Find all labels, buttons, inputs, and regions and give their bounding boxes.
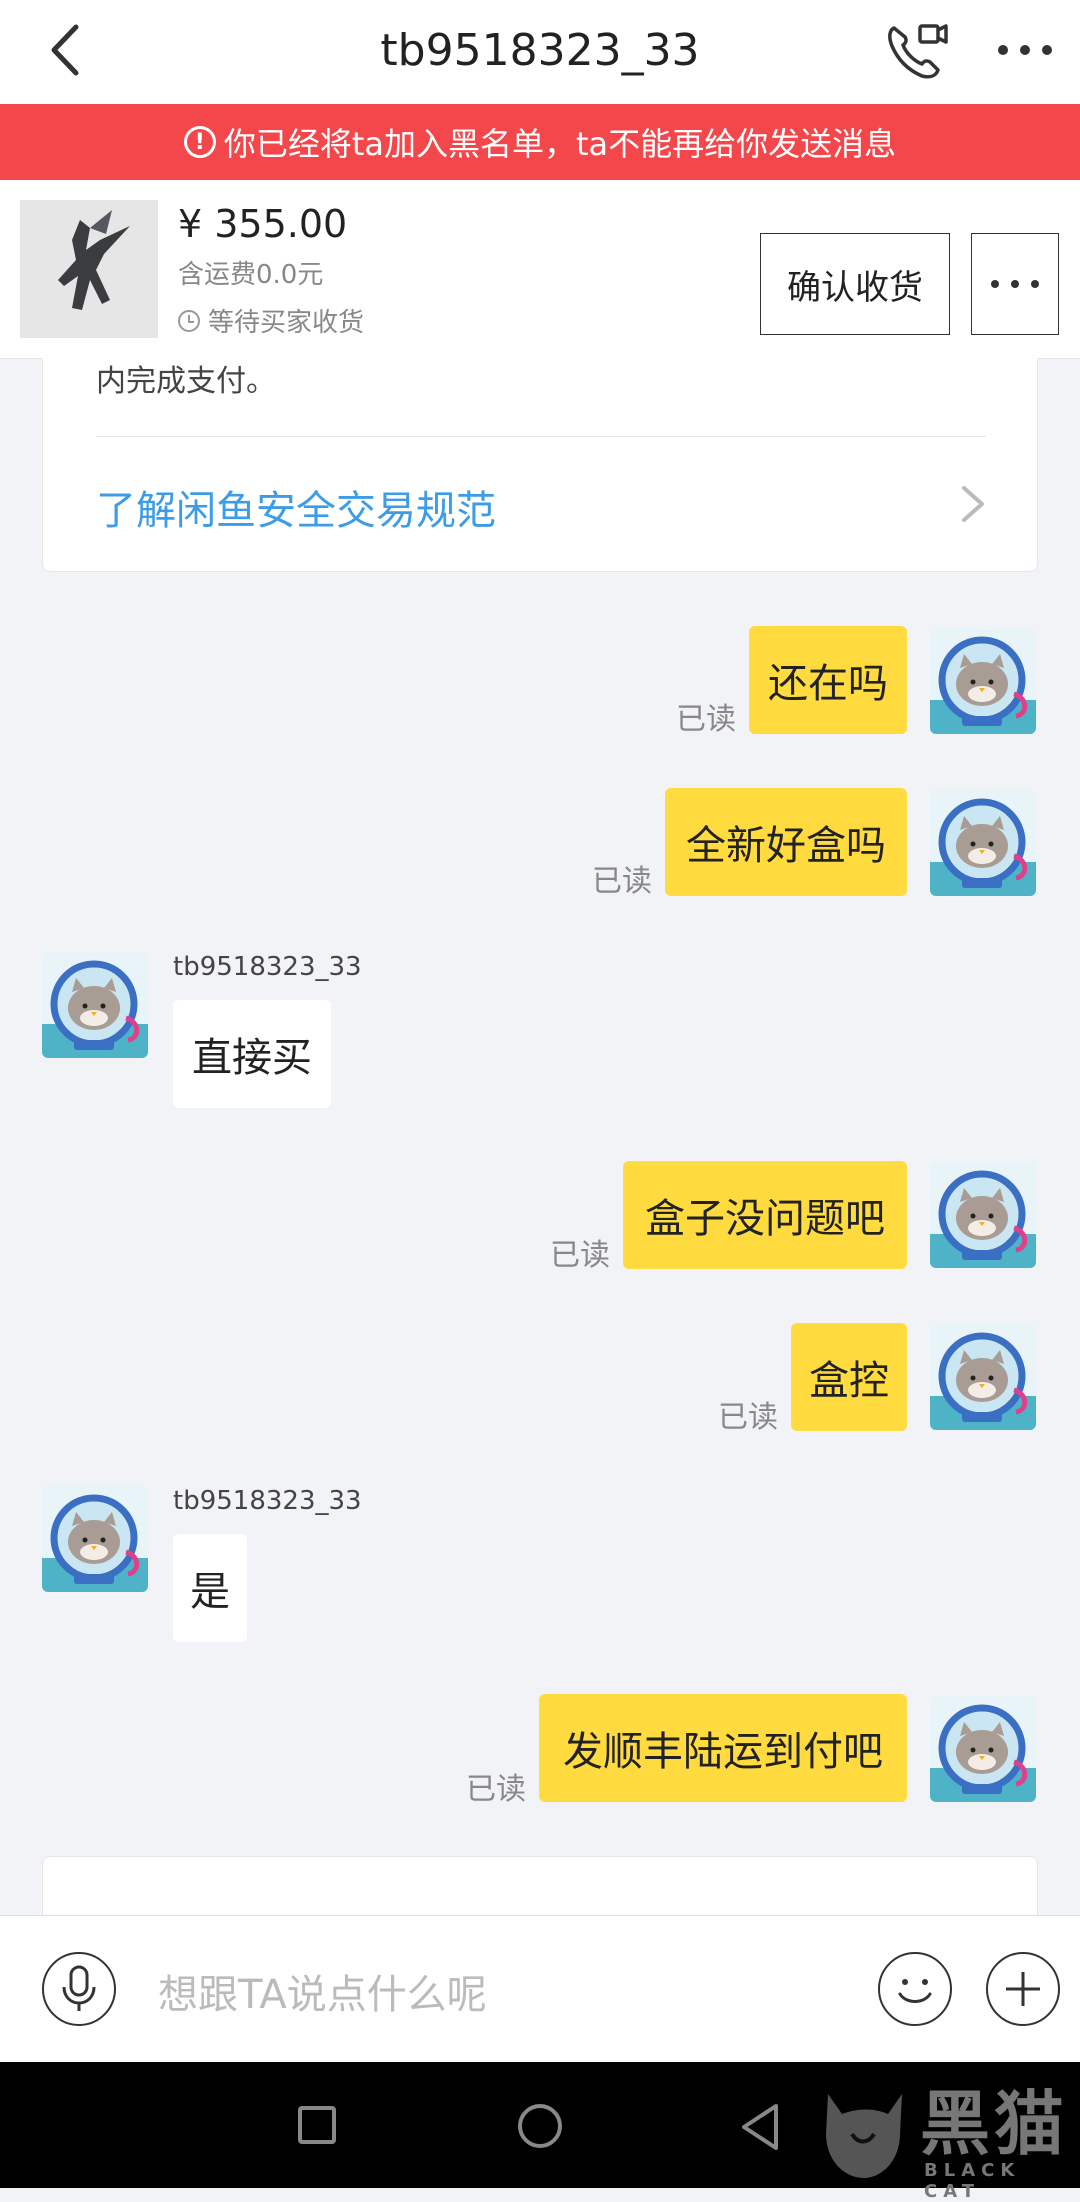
avatar-self[interactable]: [930, 1324, 1036, 1430]
order-status-text: 等待买家收货: [208, 308, 365, 338]
sender-name: tb9518323_33: [173, 952, 362, 982]
watermark-text: 黑猫: [920, 2083, 1068, 2165]
avatar-contact[interactable]: [42, 1486, 148, 1592]
avatar-self[interactable]: [930, 1162, 1036, 1268]
message-bubble-self[interactable]: 全新好盒吗: [665, 788, 907, 896]
more-dots-icon[interactable]: [990, 30, 1060, 70]
emoji-icon[interactable]: [878, 1952, 952, 2026]
back-arrow-icon[interactable]: [40, 20, 90, 80]
chat-title: tb9518323_33: [380, 25, 700, 76]
black-cat-logo: [808, 2074, 918, 2184]
phone-video-icon[interactable]: [880, 16, 950, 86]
sender-name: tb9518323_33: [173, 1486, 362, 1516]
message-bubble-self[interactable]: 盒子没问题吧: [623, 1161, 907, 1269]
read-receipt: 已读: [466, 1772, 526, 1807]
home-button[interactable]: [518, 2104, 562, 2148]
recent-apps-button[interactable]: [298, 2106, 336, 2144]
blacklist-banner: ! 你已经将ta加入黑名单，ta不能再给你发送消息: [0, 104, 1080, 180]
product-more-button[interactable]: [971, 233, 1059, 335]
avatar-self[interactable]: [930, 790, 1036, 896]
product-thumbnail[interactable]: [20, 200, 158, 338]
read-receipt: 已读: [592, 864, 652, 899]
read-receipt: 已读: [718, 1400, 778, 1435]
message-bubble-contact[interactable]: 是: [173, 1534, 247, 1642]
shipping-fee: 含运费0.0元: [178, 260, 324, 290]
chevron-right-icon[interactable]: [958, 484, 988, 524]
divider: [96, 436, 986, 437]
read-receipt: 已读: [676, 702, 736, 737]
message-input[interactable]: 想跟TA说点什么呢: [158, 1962, 487, 2020]
avatar-contact[interactable]: [42, 952, 148, 1058]
avatar-self[interactable]: [930, 628, 1036, 734]
order-status: 等待买家收货: [178, 302, 364, 339]
message-bubble-self[interactable]: 还在吗: [749, 626, 907, 734]
read-receipt: 已读: [550, 1238, 610, 1273]
system-card: [42, 1856, 1038, 1916]
plus-icon[interactable]: [986, 1952, 1060, 2026]
message-bubble-self[interactable]: 发顺丰陆运到付吧: [539, 1694, 907, 1802]
message-bubble-self[interactable]: 盒控: [791, 1323, 907, 1431]
watermark-subtext: BLACK CAT: [924, 2160, 1021, 2202]
more-dots-icon: [991, 280, 1039, 288]
message-bubble-contact[interactable]: 直接买: [173, 1000, 331, 1108]
card-partial-text: 内完成支付。: [96, 364, 276, 399]
product-price: ¥ 355.00: [178, 202, 348, 246]
back-triangle-icon[interactable]: [738, 2102, 782, 2152]
safety-rules-link[interactable]: 了解闲鱼安全交易规范: [96, 478, 496, 536]
clock-icon: [178, 309, 200, 332]
banner-text: 你已经将ta加入黑名单，ta不能再给你发送消息: [223, 125, 897, 163]
microphone-icon[interactable]: [42, 1952, 116, 2026]
alert-icon: !: [183, 126, 216, 158]
avatar-self[interactable]: [930, 1696, 1036, 1802]
confirm-receipt-button[interactable]: 确认收货: [760, 233, 950, 335]
